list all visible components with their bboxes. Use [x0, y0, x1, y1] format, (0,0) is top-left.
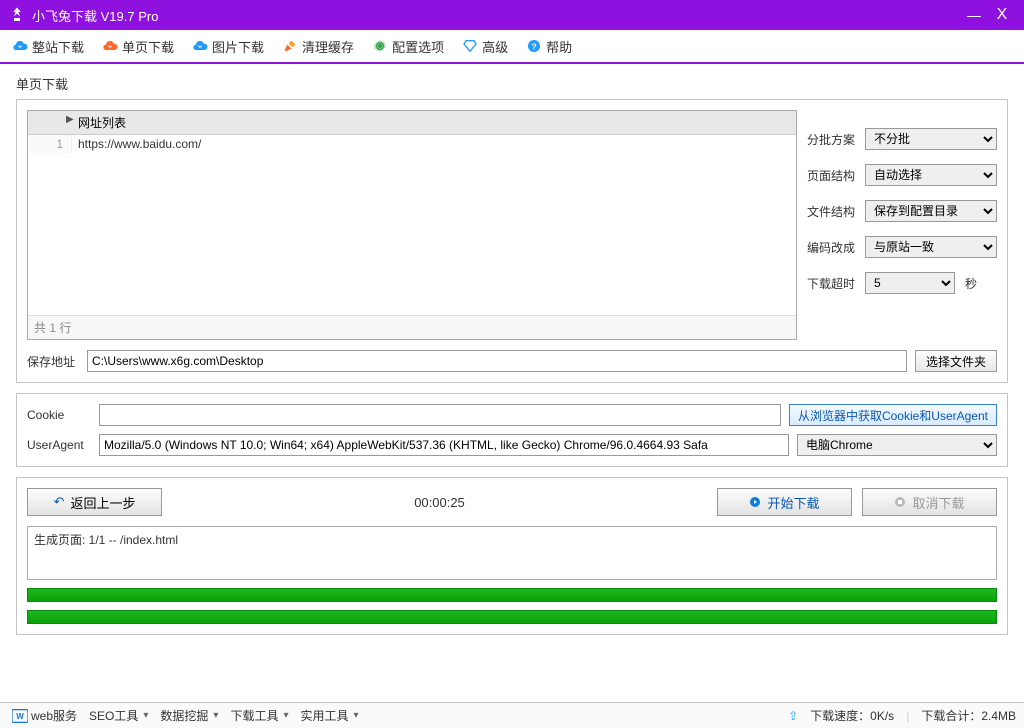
get-from-browser-button[interactable]: 从浏览器中获取Cookie和UserAgent	[789, 404, 997, 426]
progress-bar-1	[27, 588, 997, 602]
cloud-download-blue-icon	[192, 38, 208, 54]
ua-label: UserAgent	[27, 438, 91, 452]
sb-label: SEO工具	[89, 707, 138, 724]
log-line: 生成页面: 1/1 -- /index.html	[34, 531, 990, 548]
cookie-label: Cookie	[27, 408, 91, 422]
url-list-box[interactable]: 网址列表 1 https://www.baidu.com/ 共 1 行	[27, 110, 797, 340]
main-toolbar: 整站下载 单页下载 图片下载 清理缓存 配置选项 高级 ? 帮助	[0, 30, 1024, 64]
options-panel: 分批方案 不分批 页面结构 自动选择 文件结构 保存到配置目录 编码改成 与原站…	[807, 110, 997, 340]
toolbar-config[interactable]: 配置选项	[372, 37, 444, 56]
toolbar-label: 配置选项	[392, 37, 444, 56]
word-icon: W	[12, 709, 28, 723]
headers-panel: Cookie 从浏览器中获取Cookie和UserAgent UserAgent…	[16, 393, 1008, 467]
timer-display: 00:00:25	[172, 495, 707, 510]
toolbar-clear-cache[interactable]: 清理缓存	[282, 37, 354, 56]
ua-preset-select[interactable]: 电脑Chrome	[797, 434, 997, 456]
cancel-download-button[interactable]: 取消下载	[862, 488, 997, 516]
back-arrow-icon: ↶	[54, 494, 65, 510]
url-list-content[interactable]: 1 https://www.baidu.com/	[28, 135, 796, 315]
stop-icon	[894, 496, 906, 508]
encoding-select[interactable]: 与原站一致	[865, 236, 997, 258]
sb-dltools[interactable]: 下载工具	[226, 707, 292, 724]
sb-label: 实用工具	[300, 707, 348, 724]
sb-speed: 下载速度：0K/s	[810, 707, 894, 724]
gear-icon	[372, 38, 388, 54]
cloud-download-icon	[12, 38, 28, 54]
help-icon: ?	[526, 38, 542, 54]
toolbar-label: 清理缓存	[302, 37, 354, 56]
batch-select[interactable]: 不分批	[865, 128, 997, 150]
sb-utiltools[interactable]: 实用工具	[296, 707, 362, 724]
toolbar-images[interactable]: 图片下载	[192, 37, 264, 56]
cancel-label: 取消下载	[912, 493, 964, 512]
batch-label: 分批方案	[807, 131, 859, 148]
toolbar-label: 帮助	[546, 37, 572, 56]
start-download-button[interactable]: 开始下载	[717, 488, 852, 516]
cloud-download-orange-icon	[102, 38, 118, 54]
sb-datamining[interactable]: 数据挖掘	[156, 707, 222, 724]
titlebar: 小飞兔下载 V19.7 Pro — X	[0, 0, 1024, 30]
toolbar-advanced[interactable]: 高级	[462, 37, 508, 56]
minimize-button[interactable]: —	[960, 7, 988, 23]
page-struct-label: 页面结构	[807, 167, 859, 184]
sb-label: web服务	[31, 707, 77, 724]
diamond-icon	[462, 38, 478, 54]
url-text[interactable]: https://www.baidu.com/	[72, 135, 207, 153]
close-button[interactable]: X	[988, 6, 1016, 24]
svg-text:W: W	[16, 712, 24, 721]
browse-folder-button[interactable]: 选择文件夹	[915, 350, 997, 372]
sb-seo[interactable]: SEO工具	[85, 707, 152, 724]
toolbar-single-page[interactable]: 单页下载	[102, 37, 174, 56]
encoding-label: 编码改成	[807, 239, 859, 256]
url-list-header[interactable]: 网址列表	[28, 111, 796, 135]
line-number: 1	[28, 135, 72, 153]
url-line[interactable]: 1 https://www.baidu.com/	[28, 135, 796, 153]
sb-webservice[interactable]: W web服务	[8, 707, 81, 724]
log-output[interactable]: 生成页面: 1/1 -- /index.html	[27, 526, 997, 580]
broom-icon	[282, 38, 298, 54]
share-icon[interactable]: ⇪	[788, 709, 798, 723]
sb-total: 下载合计：2.4MB	[921, 707, 1016, 724]
timeout-label: 下载超时	[807, 275, 859, 292]
toolbar-full-site[interactable]: 整站下载	[12, 37, 84, 56]
toolbar-label: 整站下载	[32, 37, 84, 56]
toolbar-label: 高级	[482, 37, 508, 56]
url-panel: 网址列表 1 https://www.baidu.com/ 共 1 行 分批方案…	[16, 99, 1008, 383]
ua-input[interactable]	[99, 434, 789, 456]
window-title: 小飞兔下载 V19.7 Pro	[32, 6, 960, 25]
start-label: 开始下载	[767, 493, 819, 512]
sb-label: 数据挖掘	[160, 707, 208, 724]
back-button[interactable]: ↶ 返回上一步	[27, 488, 162, 516]
toolbar-help[interactable]: ? 帮助	[526, 37, 572, 56]
save-path-label: 保存地址	[27, 353, 79, 370]
svg-text:?: ?	[531, 41, 536, 51]
timeout-select[interactable]: 5	[865, 272, 955, 294]
file-struct-label: 文件结构	[807, 203, 859, 220]
timeout-unit: 秒	[965, 275, 977, 292]
save-path-input[interactable]	[87, 350, 907, 372]
page-struct-select[interactable]: 自动选择	[865, 164, 997, 186]
url-list-footer: 共 1 行	[28, 315, 796, 339]
sb-label: 下载工具	[230, 707, 278, 724]
file-struct-select[interactable]: 保存到配置目录	[865, 200, 997, 222]
back-label: 返回上一步	[70, 493, 135, 512]
cookie-input[interactable]	[99, 404, 781, 426]
action-panel: ↶ 返回上一步 00:00:25 开始下载 取消下载 生成页面: 1/1 -- …	[16, 477, 1008, 635]
play-icon	[749, 496, 761, 508]
toolbar-label: 图片下载	[212, 37, 264, 56]
app-logo-icon	[8, 6, 26, 24]
statusbar: W web服务 SEO工具 数据挖掘 下载工具 实用工具 ⇪ 下载速度：0K/s…	[0, 702, 1024, 728]
progress-bar-2	[27, 610, 997, 624]
section-title: 单页下载	[16, 74, 1008, 93]
toolbar-label: 单页下载	[122, 37, 174, 56]
